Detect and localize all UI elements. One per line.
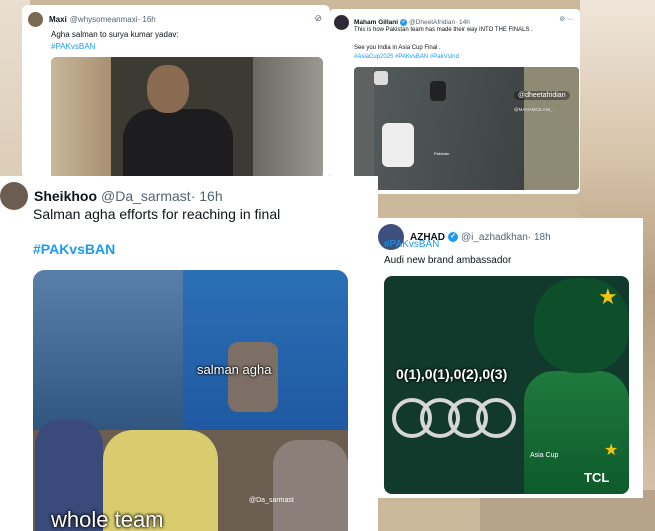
meme-credit: @Da_sarmast: [249, 497, 294, 504]
image-watermark-2: @MAHAMGILANI_: [514, 107, 553, 112]
more-icon[interactable]: ⊘ ···: [559, 15, 574, 23]
tweet-card-sheikhoo[interactable]: Sheikhoo @Da_sarmast · 16h Salman agha e…: [0, 176, 378, 531]
post-time: · 14h: [455, 19, 470, 26]
post-time: · 18h: [527, 231, 551, 243]
image-caption: Pakistan: [434, 151, 450, 156]
verified-icon: ✓: [400, 19, 408, 26]
meme-label: salman agha: [197, 362, 272, 377]
hashtag-link[interactable]: #PAKvsBAN: [33, 241, 115, 257]
image-person-head: [147, 65, 189, 113]
scores-overlay: 0(1),0(1),0(2),0(3): [396, 366, 508, 382]
hashtag-link[interactable]: #AsiaCup2025 #PAKvsBAN #PakVsInd: [354, 54, 459, 60]
sponsor-logo: TCL: [584, 470, 610, 485]
image-car: [382, 123, 414, 167]
image-player-jersey: [524, 371, 629, 494]
tweet-text: This is how Pakistan team has made their…: [354, 27, 533, 33]
meme-caption: whole team: [51, 507, 164, 531]
image-person: [273, 440, 348, 531]
event-logo: Asia Cup: [530, 452, 559, 459]
hashtag-link[interactable]: #PAKvsBAN: [384, 239, 439, 250]
post-time: · 16h: [190, 188, 223, 204]
image-curtain: [253, 57, 323, 179]
tweet-image[interactable]: ★ ★ 0(1),0(1),0(2),0(3) Asia Cup TCL: [384, 276, 629, 494]
avatar[interactable]: [28, 12, 43, 27]
verified-icon: ✓: [448, 232, 458, 242]
author-name[interactable]: Sheikhoo: [34, 188, 97, 204]
author-handle[interactable]: @Da_sarmast: [101, 188, 191, 204]
star-icon: ★: [598, 284, 618, 309]
ring: [476, 398, 516, 438]
avatar[interactable]: [0, 182, 28, 210]
tweet-text: Audi new brand ambassador: [384, 255, 512, 266]
audi-rings-logo: [392, 398, 516, 438]
tweet-image[interactable]: [51, 57, 323, 179]
post-time: · 16h: [137, 15, 156, 24]
tweet-text-2: See you India in Asia Cup Final .: [354, 45, 441, 51]
tweet-header: Maxi @whysomeanmaxi · 16h: [28, 12, 156, 27]
star-icon: ★: [604, 442, 619, 459]
author-handle[interactable]: @whysomeanmaxi: [70, 15, 138, 24]
author-name[interactable]: Maham Gillani: [354, 19, 398, 26]
tweet-text: Salman agha efforts for reaching in fina…: [33, 206, 281, 222]
tweet-image[interactable]: @dheetafridian @MAHAMGILANI_ Pakistan: [354, 67, 579, 190]
tweet-text: Agha salman to surya kumar yadav:: [51, 30, 179, 39]
image-watermark: @dheetafridian: [514, 91, 570, 100]
author-handle[interactable]: @DheetAfridian: [409, 19, 455, 26]
hashtag-link[interactable]: #PAKvsBAN: [51, 42, 95, 51]
author-handle[interactable]: @i_azhadkhan: [461, 232, 528, 243]
tweet-card-maxi[interactable]: Maxi @whysomeanmaxi · 16h ⊘ Agha salman …: [22, 5, 330, 179]
author-name[interactable]: Maxi: [49, 15, 67, 24]
image-person-body: [123, 109, 233, 179]
image-car: [430, 81, 446, 101]
tweet-card-azhad[interactable]: AZHAD ✓ @i_azhadkhan · 18h #PAKvsBAN Aud…: [378, 218, 643, 498]
image-climbing-person: [228, 342, 278, 412]
image-door: [51, 57, 111, 179]
tweet-card-maham[interactable]: Maham Gillani ✓ @DheetAfridian · 14h ⊘ ·…: [330, 9, 580, 194]
image-truck-left: [33, 270, 183, 430]
avatar[interactable]: [334, 15, 349, 30]
grok-icon[interactable]: ⊘: [314, 13, 322, 24]
tweet-image[interactable]: salman agha @Da_sarmast whole team: [33, 270, 348, 531]
image-car: [374, 71, 388, 85]
